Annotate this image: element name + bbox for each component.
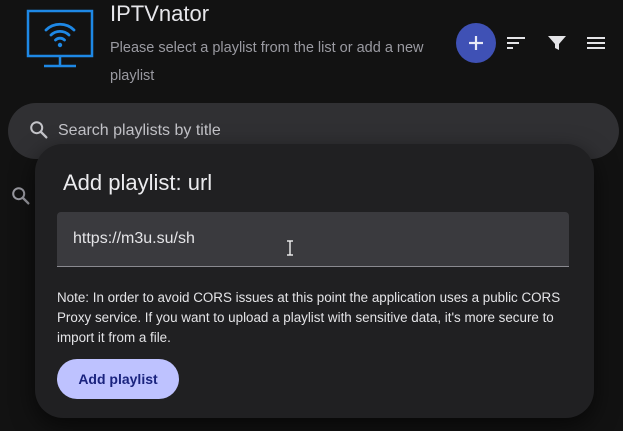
app-window: IPTVnator Please select a playlist from … [0,0,623,431]
menu-button[interactable] [584,31,608,55]
dialog-title: Add playlist: url [63,170,213,195]
sort-button[interactable] [504,31,528,55]
search-input[interactable] [58,117,578,145]
app-subtitle: Please select a playlist from the list o… [110,40,424,84]
cors-note: Note: In order to avoid CORS issues at t… [57,290,561,345]
tv-wifi-icon [26,8,96,72]
text-cursor-icon [287,240,293,256]
url-input[interactable] [73,226,553,252]
sort-icon [507,37,525,49]
url-field[interactable] [57,212,569,267]
search-icon [12,187,30,205]
add-playlist-dialog: Add playlist: url Note: In order to avoi… [35,144,594,418]
filter-icon [548,36,566,50]
filter-button[interactable] [545,31,569,55]
add-playlist-fab[interactable] [456,23,496,63]
search-icon [30,121,48,139]
app-title: IPTVnator [110,1,210,26]
plus-icon [469,36,483,50]
add-playlist-button[interactable]: Add playlist [57,359,179,399]
menu-icon [587,37,605,49]
